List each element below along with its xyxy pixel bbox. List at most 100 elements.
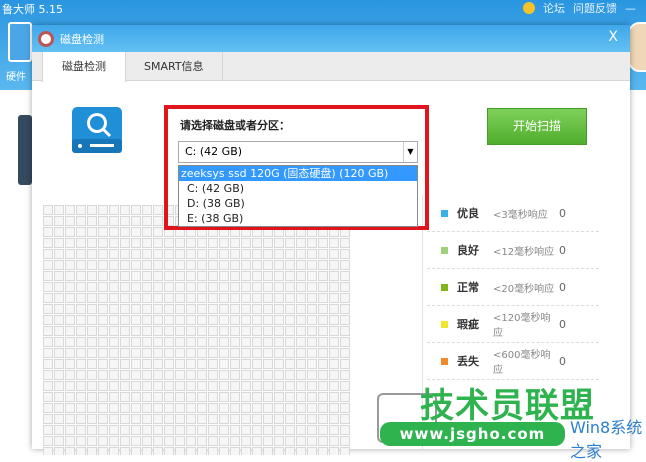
tab-smart-info[interactable]: SMART信息 <box>126 52 223 80</box>
sector-cell <box>296 414 306 424</box>
start-scan-button[interactable]: 开始扫描 <box>487 108 587 145</box>
sector-cell <box>120 271 130 281</box>
sector-cell <box>252 392 262 402</box>
sector-cell <box>54 271 64 281</box>
sector-cell <box>219 326 229 336</box>
sector-cell <box>43 271 53 281</box>
feedback-link[interactable]: 问题反馈 <box>573 0 617 16</box>
disk-check-dialog: 磁盘检测 X 磁盘检测 SMART信息 请选择磁盘或者分区： C: (42 GB… <box>32 25 630 455</box>
sector-cell <box>142 205 152 215</box>
option-e[interactable]: E: (38 GB) <box>179 211 417 226</box>
disk-select[interactable]: C: (42 GB) ▼ <box>178 141 418 163</box>
sector-cell <box>87 425 97 435</box>
sector-cell <box>208 293 218 303</box>
sector-cell <box>98 205 108 215</box>
sector-cell <box>219 282 229 292</box>
sector-cell <box>54 304 64 314</box>
sector-cell <box>219 238 229 248</box>
sector-cell <box>153 315 163 325</box>
sector-cell <box>274 348 284 358</box>
sector-cell <box>76 425 86 435</box>
sector-cell <box>109 348 119 358</box>
sector-cell <box>98 216 108 226</box>
sector-cell <box>175 381 185 391</box>
sector-cell <box>98 326 108 336</box>
disk-options-list: zeeksys ssd 120G (固态硬盘) (120 GB) C: (42 … <box>178 165 418 227</box>
option-ssd[interactable]: zeeksys ssd 120G (固态硬盘) (120 GB) <box>179 166 417 181</box>
sector-cell <box>241 348 251 358</box>
sector-cell <box>142 326 152 336</box>
sector-cell <box>285 326 295 336</box>
sector-cell <box>219 425 229 435</box>
sector-cell <box>131 260 141 270</box>
sector-cell <box>87 249 97 259</box>
sector-cell <box>340 326 350 336</box>
sector-cell <box>186 282 196 292</box>
tab-disk-check[interactable]: 磁盘检测 <box>42 52 126 82</box>
sector-cell <box>252 249 262 259</box>
sector-cell <box>54 227 64 237</box>
sector-cell <box>318 392 328 402</box>
sector-cell <box>142 392 152 402</box>
sector-cell <box>274 425 284 435</box>
minimize-icon[interactable]: — <box>625 2 636 15</box>
sector-cell <box>274 282 284 292</box>
sector-cell <box>54 260 64 270</box>
sector-cell <box>230 249 240 259</box>
sector-cell <box>164 392 174 402</box>
chevron-down-icon[interactable]: ▼ <box>403 142 417 162</box>
sector-cell <box>142 447 152 455</box>
sector-cell <box>87 326 97 336</box>
sector-cell <box>76 326 86 336</box>
sector-cell <box>43 381 53 391</box>
sector-cell <box>230 359 240 369</box>
sector-cell <box>153 403 163 413</box>
sector-cell <box>109 205 119 215</box>
sector-cell <box>142 414 152 424</box>
sector-cell <box>87 370 97 380</box>
forum-link[interactable]: 论坛 <box>543 0 565 16</box>
sector-cell <box>153 260 163 270</box>
legend-count: 0 <box>559 317 566 331</box>
close-button[interactable]: X <box>608 29 618 45</box>
sector-cell <box>197 271 207 281</box>
legend: 优良 <3毫秒响应 0 良好 <12毫秒响应 0 正常 <20毫秒响应 0 瑕疵 <120毫秒… <box>427 195 607 380</box>
sector-cell <box>285 414 295 424</box>
sector-cell <box>65 403 75 413</box>
legend-desc: <600毫秒响应 <box>493 350 551 376</box>
legend-item: 瑕疵 <120毫秒响应 0 <box>427 306 599 343</box>
sector-cell <box>263 359 273 369</box>
sector-cell <box>340 249 350 259</box>
sector-cell <box>153 337 163 347</box>
sector-cell <box>43 304 53 314</box>
sector-cell <box>318 260 328 270</box>
sector-cell <box>263 315 273 325</box>
sector-cell <box>241 249 251 259</box>
option-d[interactable]: D: (38 GB) <box>179 196 417 211</box>
device-icon <box>18 115 32 185</box>
sector-cell <box>263 425 273 435</box>
sector-cell <box>87 216 97 226</box>
sector-cell <box>285 348 295 358</box>
sector-cell <box>109 293 119 303</box>
sector-cell <box>109 381 119 391</box>
sector-cell <box>153 436 163 446</box>
sector-cell <box>120 403 130 413</box>
sector-cell <box>252 381 262 391</box>
sector-cell <box>318 381 328 391</box>
sector-cell <box>164 359 174 369</box>
sector-cell <box>197 381 207 391</box>
hardware-icon[interactable] <box>8 22 32 62</box>
app-logo-icon <box>38 30 54 47</box>
sector-cell <box>175 337 185 347</box>
sector-cell <box>131 293 141 303</box>
option-c[interactable]: C: (42 GB) <box>179 181 417 196</box>
sector-cell <box>241 304 251 314</box>
sector-cell <box>109 414 119 424</box>
sector-cell <box>318 425 328 435</box>
disk-select-value: C: (42 GB) <box>185 145 243 158</box>
sector-cell <box>120 425 130 435</box>
sector-cell <box>98 249 108 259</box>
legend-name: 丢失 <box>457 355 479 368</box>
sector-cell <box>43 216 53 226</box>
